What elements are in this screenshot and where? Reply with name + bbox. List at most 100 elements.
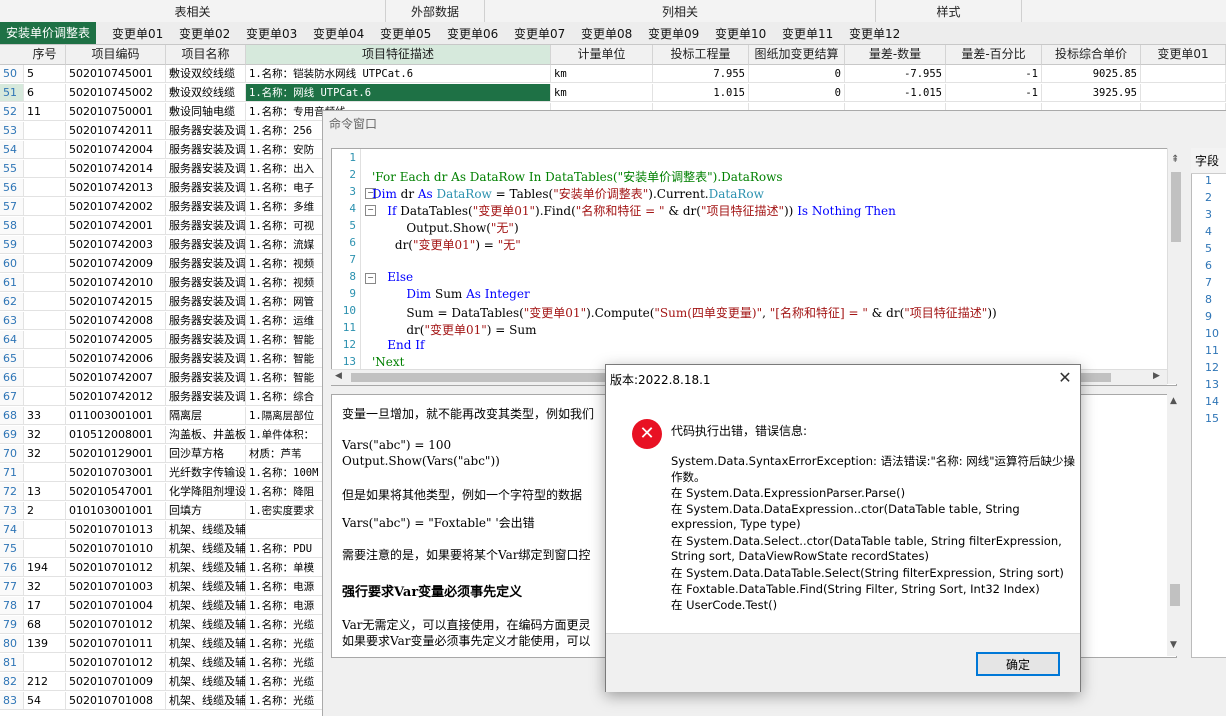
cell-name[interactable]: 服务器安装及调 bbox=[166, 217, 246, 235]
cell-seq[interactable] bbox=[24, 540, 66, 558]
cell-seq[interactable]: 11 bbox=[24, 103, 66, 121]
cell-name[interactable]: 服务器安装及调 bbox=[166, 141, 246, 159]
cell-unit[interactable]: km bbox=[551, 65, 653, 83]
cell-chg[interactable] bbox=[1141, 65, 1226, 83]
field-number[interactable]: 7 bbox=[1205, 276, 1212, 289]
table-row[interactable]: 50 5 502010745001 敷设双绞线缆 1.名称：铠装防水网线 UTPCat.… bbox=[0, 65, 1226, 84]
cell-unit[interactable]: km bbox=[551, 84, 653, 102]
cell-settle[interactable]: 0 bbox=[749, 65, 845, 83]
cell-name[interactable]: 服务器安装及调 bbox=[166, 160, 246, 178]
tab-main-table[interactable]: 安装单价调整表 bbox=[0, 22, 97, 44]
cell-code[interactable]: 502010701010 bbox=[66, 540, 166, 558]
cell-seq[interactable] bbox=[24, 388, 66, 406]
cell-diff[interactable]: -7.955 bbox=[845, 65, 946, 83]
cell-code[interactable]: 502010745001 bbox=[66, 65, 166, 83]
cell-code[interactable]: 502010750001 bbox=[66, 103, 166, 121]
ribbon-group-table[interactable]: 表相关 bbox=[0, 0, 386, 22]
cell-seq[interactable] bbox=[24, 255, 66, 273]
cell-seq[interactable] bbox=[24, 521, 66, 539]
cell-name[interactable]: 机架、线缆及辅 bbox=[166, 616, 246, 634]
cell-code[interactable]: 502010742004 bbox=[66, 141, 166, 159]
field-number[interactable]: 6 bbox=[1205, 259, 1212, 272]
column-header-code[interactable]: 项目编码 bbox=[66, 45, 166, 65]
tab-change-06[interactable]: 变更单06 bbox=[445, 24, 500, 44]
tab-change-12[interactable]: 变更单12 bbox=[847, 24, 902, 44]
ribbon-group-column[interactable]: 列相关 bbox=[485, 0, 876, 22]
cell-seq[interactable] bbox=[24, 141, 66, 159]
cell-seq[interactable]: 212 bbox=[24, 673, 66, 691]
tab-change-08[interactable]: 变更单08 bbox=[579, 24, 634, 44]
ribbon-group-style[interactable]: 样式 bbox=[876, 0, 1022, 22]
tab-change-07[interactable]: 变更单07 bbox=[512, 24, 567, 44]
cell-name[interactable]: 敷设双绞线缆 bbox=[166, 84, 246, 102]
cell-seq[interactable]: 139 bbox=[24, 635, 66, 653]
ribbon-group-external-data[interactable]: 外部数据 bbox=[386, 0, 485, 22]
cell-name[interactable]: 机架、线缆及辅 bbox=[166, 578, 246, 596]
cell-qty[interactable]: 1.015 bbox=[653, 84, 749, 102]
cell-name[interactable]: 服务器安装及调 bbox=[166, 198, 246, 216]
cell-code[interactable]: 502010742005 bbox=[66, 331, 166, 349]
row-number[interactable]: 50 bbox=[0, 65, 24, 83]
row-number[interactable]: 62 bbox=[0, 293, 24, 311]
row-number[interactable]: 73 bbox=[0, 502, 24, 520]
row-number[interactable]: 69 bbox=[0, 426, 24, 444]
row-number[interactable]: 82 bbox=[0, 673, 24, 691]
row-number[interactable]: 63 bbox=[0, 312, 24, 330]
cell-name[interactable]: 服务器安装及调 bbox=[166, 293, 246, 311]
cell-chg[interactable] bbox=[1141, 84, 1226, 102]
cell-code[interactable]: 502010745002 bbox=[66, 84, 166, 102]
code-scroll-thumb[interactable] bbox=[1171, 172, 1181, 242]
scroll-up-icon[interactable]: ▲ bbox=[1170, 396, 1177, 406]
row-number[interactable]: 80 bbox=[0, 635, 24, 653]
cell-seq[interactable]: 68 bbox=[24, 616, 66, 634]
cell-seq[interactable] bbox=[24, 217, 66, 235]
tab-change-11[interactable]: 变更单11 bbox=[780, 24, 835, 44]
column-header-chg[interactable]: 变更单01 bbox=[1141, 45, 1226, 65]
row-number[interactable]: 68 bbox=[0, 407, 24, 425]
cell-desc[interactable]: 1.名称：网线 UTPCat.6 bbox=[246, 84, 551, 102]
cell-name[interactable]: 机架、线缆及辅 bbox=[166, 540, 246, 558]
row-number[interactable]: 52 bbox=[0, 103, 24, 121]
cell-seq[interactable] bbox=[24, 122, 66, 140]
cell-code[interactable]: 502010703001 bbox=[66, 464, 166, 482]
code-line[interactable]: 'For Each dr As DataRow In DataTables("安… bbox=[372, 168, 783, 185]
row-number[interactable]: 65 bbox=[0, 350, 24, 368]
code-line[interactable]: Else bbox=[372, 270, 413, 284]
cell-code[interactable]: 502010742009 bbox=[66, 255, 166, 273]
column-header-price[interactable]: 投标综合单价 bbox=[1042, 45, 1141, 65]
row-number[interactable]: 59 bbox=[0, 236, 24, 254]
cell-code[interactable]: 502010701012 bbox=[66, 654, 166, 672]
field-panel-header[interactable]: 字段 bbox=[1191, 148, 1226, 174]
row-number[interactable]: 64 bbox=[0, 331, 24, 349]
cell-pct[interactable]: -1 bbox=[946, 65, 1042, 83]
field-number[interactable]: 1 bbox=[1205, 174, 1212, 187]
cell-name[interactable]: 化学降阻剂埋设 bbox=[166, 483, 246, 501]
code-line[interactable]: dr("变更单01") = "无" bbox=[372, 236, 521, 253]
column-header-name[interactable]: 项目名称 bbox=[166, 45, 246, 65]
cell-name[interactable]: 机架、线缆及辅 bbox=[166, 673, 246, 691]
row-number[interactable]: 75 bbox=[0, 540, 24, 558]
column-header-pct[interactable]: 量差-百分比 bbox=[946, 45, 1042, 65]
cell-name[interactable]: 回填方 bbox=[166, 502, 246, 520]
cell-settle[interactable]: 0 bbox=[749, 84, 845, 102]
cell-name[interactable]: 服务器安装及调 bbox=[166, 236, 246, 254]
cell-name[interactable]: 服务器安装及调 bbox=[166, 122, 246, 140]
ok-button[interactable]: 确定 bbox=[976, 652, 1060, 676]
tab-change-03[interactable]: 变更单03 bbox=[244, 24, 299, 44]
cell-name[interactable]: 敷设同轴电缆 bbox=[166, 103, 246, 121]
field-number[interactable]: 10 bbox=[1205, 327, 1219, 340]
cell-name[interactable]: 机架、线缆及辅 bbox=[166, 559, 246, 577]
row-number[interactable]: 61 bbox=[0, 274, 24, 292]
cell-seq[interactable]: 194 bbox=[24, 559, 66, 577]
cell-name[interactable]: 机架、线缆及辅 bbox=[166, 635, 246, 653]
cell-price[interactable]: 9025.85 bbox=[1042, 65, 1141, 83]
cell-name[interactable]: 服务器安装及调 bbox=[166, 255, 246, 273]
cell-name[interactable]: 服务器安装及调 bbox=[166, 179, 246, 197]
cell-name[interactable]: 光纤数字传输设 bbox=[166, 464, 246, 482]
close-icon[interactable]: ✕ bbox=[1054, 367, 1076, 389]
row-number[interactable]: 51 bbox=[0, 84, 24, 102]
cell-name[interactable]: 机架、线缆及辅 bbox=[166, 597, 246, 615]
row-number[interactable]: 77 bbox=[0, 578, 24, 596]
cell-seq[interactable]: 33 bbox=[24, 407, 66, 425]
cell-name[interactable]: 服务器安装及调 bbox=[166, 331, 246, 349]
